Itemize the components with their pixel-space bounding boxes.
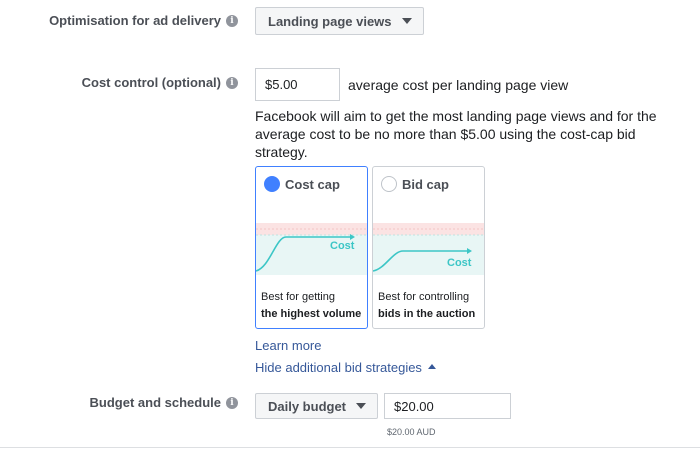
budget-amount-currency: $20.00 AUD (387, 427, 436, 437)
strategy-desc-line2: bids in the auction (378, 306, 475, 323)
info-icon[interactable]: i (226, 14, 238, 27)
strategy-desc-line2: the highest volume (261, 306, 361, 323)
delivery-dropdown[interactable]: Landing page views (255, 7, 424, 35)
budget-type-dropdown[interactable]: Daily budget (255, 393, 378, 419)
divider (0, 447, 700, 448)
strategy-desc-line1: Best for getting (261, 291, 335, 303)
strategy-card-cost-cap[interactable]: Cost cap Cost Best for getting the highe… (255, 166, 368, 329)
strategy-description: Best for getting the highest volume (261, 289, 361, 323)
chart-cost-label: Cost (447, 257, 472, 269)
cost-control-description: Facebook will aim to get the most landin… (255, 108, 657, 160)
strategy-card-head: Cost cap (264, 176, 340, 240)
delivery-label-text: Optimisation for ad delivery (49, 13, 221, 28)
strategy-title: Cost cap (285, 176, 340, 192)
info-icon[interactable]: i (226, 76, 238, 89)
cost-control-label-text: Cost control (optional) (81, 75, 221, 90)
strategy-desc-line1: Best for controlling (378, 291, 470, 303)
radio-icon[interactable] (381, 176, 397, 192)
strategy-desc-emphasis: the highest volume (261, 308, 362, 320)
check-icon[interactable] (264, 176, 280, 240)
info-icon[interactable]: i (226, 396, 238, 409)
budget-type-value: Daily budget (268, 398, 347, 414)
budget-label-text: Budget and schedule (89, 395, 221, 410)
strategy-card-bid-cap[interactable]: Bid cap Cost Best for controlling bids i… (372, 166, 485, 329)
budget-label: Budget and schedule i (90, 395, 238, 410)
strategy-desc-emphasis: bids in the auction (378, 308, 476, 320)
chart-cost-label: Cost (330, 240, 355, 252)
caret-down-icon (401, 18, 412, 24)
strategy-description: Best for controlling bids in the auction (378, 289, 475, 323)
caret-up-icon (427, 364, 436, 370)
hide-strategies-link[interactable]: Hide additional bid strategies (255, 360, 436, 375)
hide-strategies-text: Hide additional bid strategies (255, 360, 422, 375)
learn-more-link[interactable]: Learn more (255, 338, 321, 353)
cost-control-label: Cost control (optional) i (82, 75, 238, 90)
budget-amount-input[interactable] (384, 393, 511, 419)
delivery-dropdown-value: Landing page views (268, 13, 392, 29)
cost-control-unit: average cost per landing page view (348, 77, 569, 93)
cost-control-input[interactable] (255, 68, 340, 101)
strategy-title: Bid cap (402, 176, 449, 192)
strategy-card-head: Bid cap (381, 176, 449, 192)
cost-band (373, 235, 484, 275)
caret-down-icon (356, 403, 367, 409)
delivery-label: Optimisation for ad delivery i (49, 13, 238, 28)
